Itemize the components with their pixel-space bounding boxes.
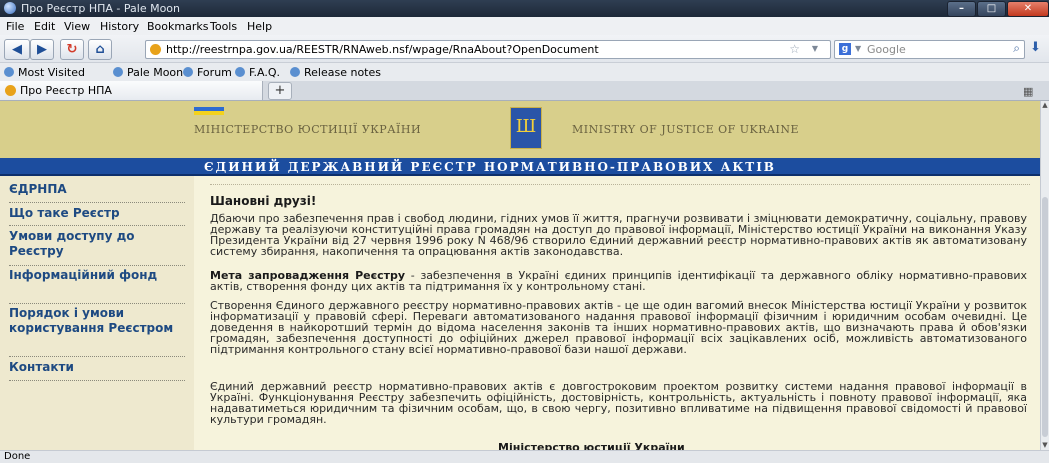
bookmarks-toolbar: Most Visited Pale Moon Forum F.A.Q. Rele… bbox=[0, 63, 1049, 81]
back-button[interactable]: ◀ bbox=[4, 39, 30, 60]
purpose-paragraph: Мета запровадження Реєстру - забезпеченн… bbox=[210, 270, 1027, 292]
scroll-thumb[interactable] bbox=[1042, 197, 1048, 437]
search-bar[interactable]: g ▼ Google ⌕ bbox=[834, 40, 1025, 59]
vertical-scrollbar[interactable]: ▲ ▼ bbox=[1040, 101, 1049, 450]
forward-arrow-icon: ▶ bbox=[37, 42, 47, 57]
home-button[interactable]: ⌂ bbox=[88, 39, 112, 60]
ministry-name-en: MINISTRY OF JUSTICE OF UKRAINE bbox=[572, 123, 800, 136]
bookmark-most-visited[interactable]: Most Visited bbox=[4, 66, 85, 79]
status-bar: Done bbox=[0, 450, 1049, 463]
menu-file[interactable]: File bbox=[6, 20, 24, 33]
site-favicon-icon bbox=[150, 44, 161, 55]
status-text: Done bbox=[4, 451, 31, 462]
tab-list-icon[interactable]: ▦ bbox=[1023, 85, 1033, 98]
menu-history[interactable]: History bbox=[100, 20, 139, 33]
ukraine-flag-icon bbox=[194, 107, 224, 115]
divider bbox=[9, 356, 185, 357]
new-tab-button[interactable]: + bbox=[268, 82, 292, 100]
menu-edit[interactable]: Edit bbox=[34, 20, 55, 33]
main-content: Шановні друзі! Дбаючи про забезпечення п… bbox=[194, 176, 1040, 450]
search-engine-icon[interactable]: g bbox=[839, 43, 851, 55]
signature-ministry: Міністерство юстиції України bbox=[498, 441, 685, 450]
search-icon[interactable]: ⌕ bbox=[1013, 41, 1020, 56]
minimize-button[interactable]: – bbox=[947, 1, 976, 17]
tab-reestr-npa[interactable]: Про Реєстр НПА bbox=[0, 81, 263, 100]
navigation-toolbar: ◀ ▶ ↻ ⌂ http://reestrnpa.gov.ua/REESTR/R… bbox=[0, 35, 1049, 63]
greeting-heading: Шановні друзі! bbox=[210, 194, 317, 208]
release-notes-icon bbox=[290, 67, 300, 77]
tab-favicon-icon bbox=[5, 85, 16, 96]
sidebar-item-info-fund[interactable]: Інформаційний фонд bbox=[9, 268, 185, 283]
download-icon[interactable]: ⬇ bbox=[1030, 40, 1041, 55]
bookmark-star-icon[interactable]: ☆ bbox=[789, 42, 800, 56]
close-window-button[interactable]: ✕ bbox=[1007, 1, 1049, 17]
reload-icon: ↻ bbox=[66, 42, 78, 57]
maximize-button[interactable]: □ bbox=[977, 1, 1006, 17]
site-header-banner: МІНІСТЕРСТВО ЮСТИЦІЇ УКРАЇНИ Ш MINISTRY … bbox=[0, 101, 1040, 158]
pale-moon-icon bbox=[113, 67, 123, 77]
bookmark-faq[interactable]: F.A.Q. bbox=[235, 66, 280, 79]
sidebar-item-contacts[interactable]: Контакти bbox=[9, 360, 185, 375]
minimize-icon: – bbox=[959, 3, 964, 14]
sidebar-item-edrnpa[interactable]: ЄДРНПА bbox=[9, 182, 185, 197]
ministry-name-ua: МІНІСТЕРСТВО ЮСТИЦІЇ УКРАЇНИ bbox=[194, 123, 422, 136]
sidebar-item-usage-rules[interactable]: Порядок і умови користування Реєстром bbox=[9, 306, 185, 336]
bookmark-pale-moon[interactable]: Pale Moon bbox=[113, 66, 183, 79]
bookmark-forum[interactable]: Forum bbox=[183, 66, 232, 79]
close-icon: ✕ bbox=[1023, 3, 1033, 14]
project-paragraph: Єдиний державний реєстр нормативно-право… bbox=[210, 380, 1027, 426]
tab-label: Про Реєстр НПА bbox=[20, 84, 112, 97]
window-title-bar[interactable]: Про Реєстр НПА - Pale Moon – □ ✕ bbox=[0, 0, 1049, 17]
divider bbox=[9, 265, 185, 266]
divider bbox=[9, 202, 185, 203]
scroll-up-icon[interactable]: ▲ bbox=[1041, 101, 1049, 109]
divider bbox=[9, 225, 185, 226]
coat-of-arms-icon: Ш bbox=[510, 107, 542, 149]
menu-bar: File Edit View History Bookmarks Tools H… bbox=[0, 17, 1049, 35]
sidebar-nav: ЄДРНПА Що таке Реєстр Умови доступу до Р… bbox=[0, 176, 194, 450]
forward-button[interactable]: ▶ bbox=[30, 39, 54, 60]
faq-icon bbox=[235, 67, 245, 77]
menu-help[interactable]: Help bbox=[247, 20, 272, 33]
intro-paragraph: Дбаючи про забезпечення прав і свобод лю… bbox=[210, 212, 1027, 258]
url-text[interactable]: http://reestrnpa.gov.ua/REESTR/RNAweb.ns… bbox=[166, 43, 599, 56]
pale-moon-app-icon bbox=[4, 2, 16, 14]
divider bbox=[9, 303, 185, 304]
menu-tools[interactable]: Tools bbox=[210, 20, 237, 33]
divider bbox=[9, 380, 185, 381]
search-engine-dropdown-icon[interactable]: ▼ bbox=[855, 44, 861, 53]
bookmark-release-notes[interactable]: Release notes bbox=[290, 66, 381, 79]
scroll-down-icon[interactable]: ▼ bbox=[1041, 441, 1049, 449]
tab-strip: Про Реєстр НПА + ▦ bbox=[0, 81, 1049, 101]
web-page: МІНІСТЕРСТВО ЮСТИЦІЇ УКРАЇНИ Ш MINISTRY … bbox=[0, 101, 1040, 450]
most-visited-icon bbox=[4, 67, 14, 77]
maximize-icon: □ bbox=[986, 3, 997, 14]
sidebar-item-what-is[interactable]: Що таке Реєстр bbox=[9, 206, 185, 221]
home-icon: ⌂ bbox=[95, 42, 105, 57]
creation-paragraph: Створення Єдиного державного реєстру нор… bbox=[210, 299, 1027, 356]
reload-button[interactable]: ↻ bbox=[60, 39, 84, 60]
forum-icon bbox=[183, 67, 193, 77]
url-history-dropdown-icon[interactable]: ▼ bbox=[812, 44, 818, 53]
url-bar[interactable]: http://reestrnpa.gov.ua/REESTR/RNAweb.ns… bbox=[145, 40, 831, 59]
divider bbox=[210, 184, 1030, 185]
menu-bookmarks[interactable]: Bookmarks bbox=[147, 20, 208, 33]
search-engine-label: Google bbox=[867, 43, 906, 56]
window-title: Про Реєстр НПА - Pale Moon bbox=[21, 2, 181, 15]
registry-title-bar: ЄДИНИЙ ДЕРЖАВНИЙ РЕЄСТР НОРМАТИВНО-ПРАВО… bbox=[0, 158, 1040, 176]
registry-title: ЄДИНИЙ ДЕРЖАВНИЙ РЕЄСТР НОРМАТИВНО-ПРАВО… bbox=[204, 160, 776, 174]
menu-view[interactable]: View bbox=[64, 20, 90, 33]
plus-icon: + bbox=[274, 83, 286, 98]
sidebar-item-access[interactable]: Умови доступу до Реєстру bbox=[9, 229, 185, 259]
back-arrow-icon: ◀ bbox=[12, 42, 22, 57]
